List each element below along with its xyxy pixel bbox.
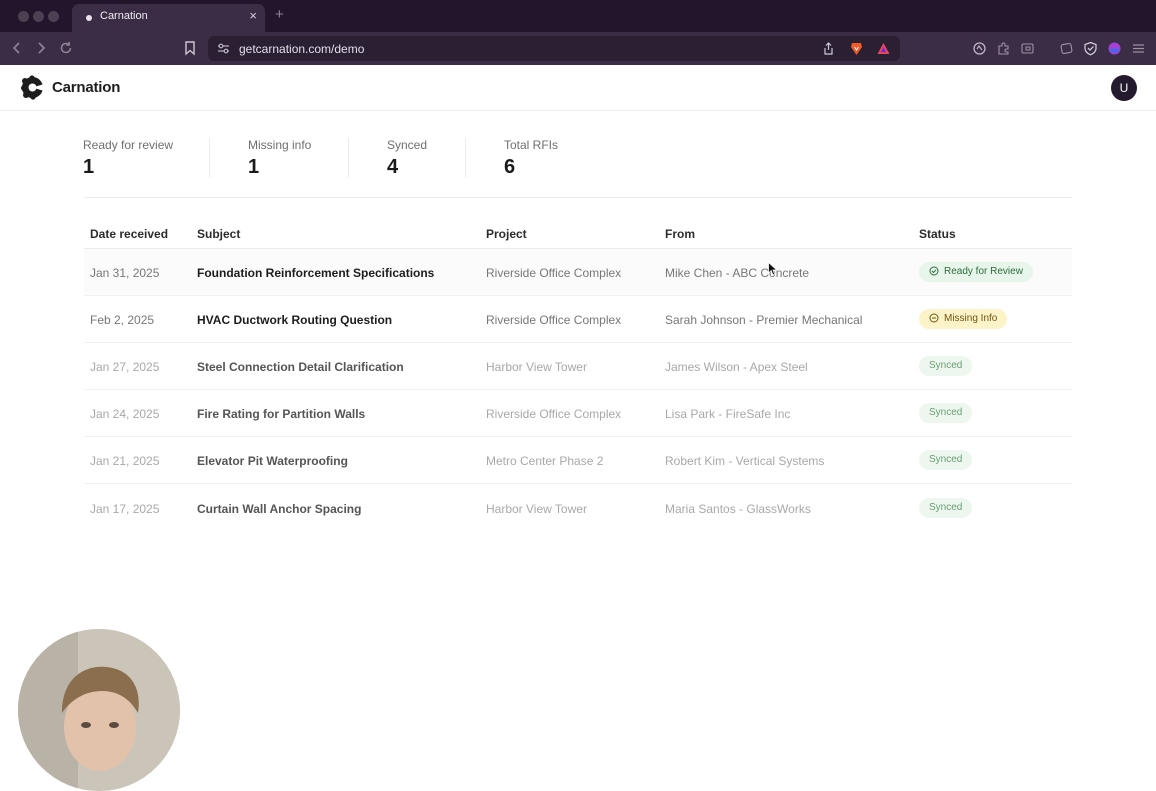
cell-from: Sarah Johnson - Premier Mechanical: [665, 313, 863, 327]
stat-value: 1: [83, 156, 95, 178]
cell-from: Robert Kim - Vertical Systems: [665, 454, 825, 468]
status-badge: Ready for Review: [919, 262, 1033, 282]
brand-name[interactable]: Carnation: [52, 79, 120, 96]
cell-date: Jan 21, 2025: [90, 454, 160, 468]
column-header-project[interactable]: Project: [486, 227, 527, 241]
table-row[interactable]: Jan 27, 2025 Steel Connection Detail Cla…: [84, 343, 1072, 390]
extensions-icon[interactable]: [996, 41, 1011, 56]
stat-divider: [348, 138, 349, 178]
status-badge: Synced: [919, 450, 973, 470]
column-header-subject[interactable]: Subject: [197, 227, 240, 241]
browser-titlebar: Carnation × +: [0, 0, 1156, 32]
status-label: Ready for Review: [944, 266, 1023, 277]
table-row[interactable]: Jan 24, 2025 Fire Rating for Partition W…: [84, 390, 1072, 437]
minimize-window-button[interactable]: [33, 11, 44, 22]
reload-icon[interactable]: [57, 39, 75, 57]
presenter-video-icon: [18, 629, 180, 791]
cell-project: Harbor View Tower: [486, 360, 587, 374]
mouse-cursor-icon: [768, 261, 778, 276]
profile-icon[interactable]: [1107, 41, 1122, 56]
cell-from: Maria Santos - GlassWorks: [665, 502, 811, 516]
stat-total-rfis: Total RFIs 6: [504, 138, 558, 179]
stat-value: 1: [248, 156, 260, 178]
brave-rewards-icon[interactable]: [876, 41, 891, 56]
cell-subject: Fire Rating for Partition Walls: [197, 407, 366, 421]
alert-circle-icon: [929, 313, 939, 323]
stat-missing-info: Missing info 1: [248, 138, 311, 179]
cell-subject: Elevator Pit Waterproofing: [197, 454, 348, 468]
address-bar[interactable]: getcarnation.com/demo: [208, 36, 900, 61]
url-text: getcarnation.com/demo: [239, 42, 365, 56]
menu-icon[interactable]: [1131, 41, 1146, 56]
cell-from: Lisa Park - FireSafe Inc: [665, 407, 791, 421]
cell-subject: Curtain Wall Anchor Spacing: [197, 502, 362, 516]
stat-label: Total RFIs: [504, 138, 559, 152]
cell-date: Jan 17, 2025: [90, 502, 160, 516]
stat-label: Synced: [387, 138, 428, 152]
table-row[interactable]: Jan 17, 2025 Curtain Wall Anchor Spacing…: [84, 485, 1072, 532]
stat-ready-for-review: Ready for review 1: [83, 138, 173, 179]
cell-project: Riverside Office Complex: [486, 266, 622, 280]
check-circle-icon: [929, 266, 939, 276]
tab-title: Carnation: [100, 10, 148, 22]
app-header: Carnation U: [0, 65, 1156, 111]
tab-favicon-icon: [86, 15, 92, 21]
sidebar-icon[interactable]: [1020, 41, 1035, 56]
cell-from: James Wilson - Apex Steel: [665, 360, 808, 374]
status-badge: Synced: [919, 356, 973, 376]
column-header-date[interactable]: Date received: [90, 227, 168, 241]
site-settings-icon[interactable]: [216, 41, 231, 56]
bookmark-icon[interactable]: [181, 39, 199, 57]
cell-project: Riverside Office Complex: [486, 407, 622, 421]
cell-date: Feb 2, 2025: [90, 313, 155, 327]
webcam-overlay: [18, 629, 180, 791]
stat-label: Ready for review: [83, 138, 174, 152]
browser-tab[interactable]: Carnation ×: [72, 4, 265, 32]
cell-from: Mike Chen - ABC Concrete: [665, 266, 810, 280]
cell-date: Jan 24, 2025: [90, 407, 160, 421]
stat-value: 4: [387, 156, 399, 178]
browser-toolbar: getcarnation.com/demo: [0, 32, 1156, 65]
column-header-status[interactable]: Status: [919, 227, 956, 241]
cell-project: Metro Center Phase 2: [486, 454, 604, 468]
cell-project: Riverside Office Complex: [486, 313, 622, 327]
tab-close-icon[interactable]: ×: [249, 8, 257, 23]
stat-label: Missing info: [248, 138, 312, 152]
status-badge: Synced: [919, 403, 973, 423]
stat-synced: Synced 4: [387, 138, 427, 179]
vpn-shield-icon[interactable]: [1083, 41, 1098, 56]
column-header-from[interactable]: From: [665, 227, 695, 241]
table-row[interactable]: Jan 31, 2025 Foundation Reinforcement Sp…: [84, 249, 1072, 296]
stat-divider: [465, 138, 466, 178]
share-icon[interactable]: [821, 41, 836, 56]
table-row[interactable]: Feb 2, 2025 HVAC Ductwork Routing Questi…: [84, 296, 1072, 343]
wallet-icon[interactable]: [1059, 41, 1074, 56]
back-icon[interactable]: [8, 39, 26, 57]
carnation-logo-icon[interactable]: [20, 75, 45, 100]
new-tab-button[interactable]: +: [275, 6, 284, 23]
status-badge: Synced: [919, 498, 973, 518]
close-window-button[interactable]: [18, 11, 29, 22]
status-label: Missing Info: [944, 313, 998, 324]
cell-date: Jan 27, 2025: [90, 360, 160, 374]
cell-subject: HVAC Ductwork Routing Question: [197, 313, 393, 327]
cell-date: Jan 31, 2025: [90, 266, 160, 280]
stat-value: 6: [504, 156, 516, 178]
leo-ai-icon[interactable]: [972, 41, 987, 56]
user-avatar[interactable]: U: [1111, 75, 1137, 101]
forward-icon[interactable]: [32, 39, 50, 57]
section-divider: [84, 197, 1072, 198]
maximize-window-button[interactable]: [48, 11, 59, 22]
cell-subject: Steel Connection Detail Clarification: [197, 360, 404, 374]
brave-shields-icon[interactable]: [849, 41, 864, 56]
cell-subject: Foundation Reinforcement Specifications: [197, 266, 435, 280]
stat-divider: [209, 138, 210, 178]
table-row[interactable]: Jan 21, 2025 Elevator Pit Waterproofing …: [84, 437, 1072, 484]
cell-project: Harbor View Tower: [486, 502, 587, 516]
status-badge: Missing Info: [919, 309, 1008, 329]
